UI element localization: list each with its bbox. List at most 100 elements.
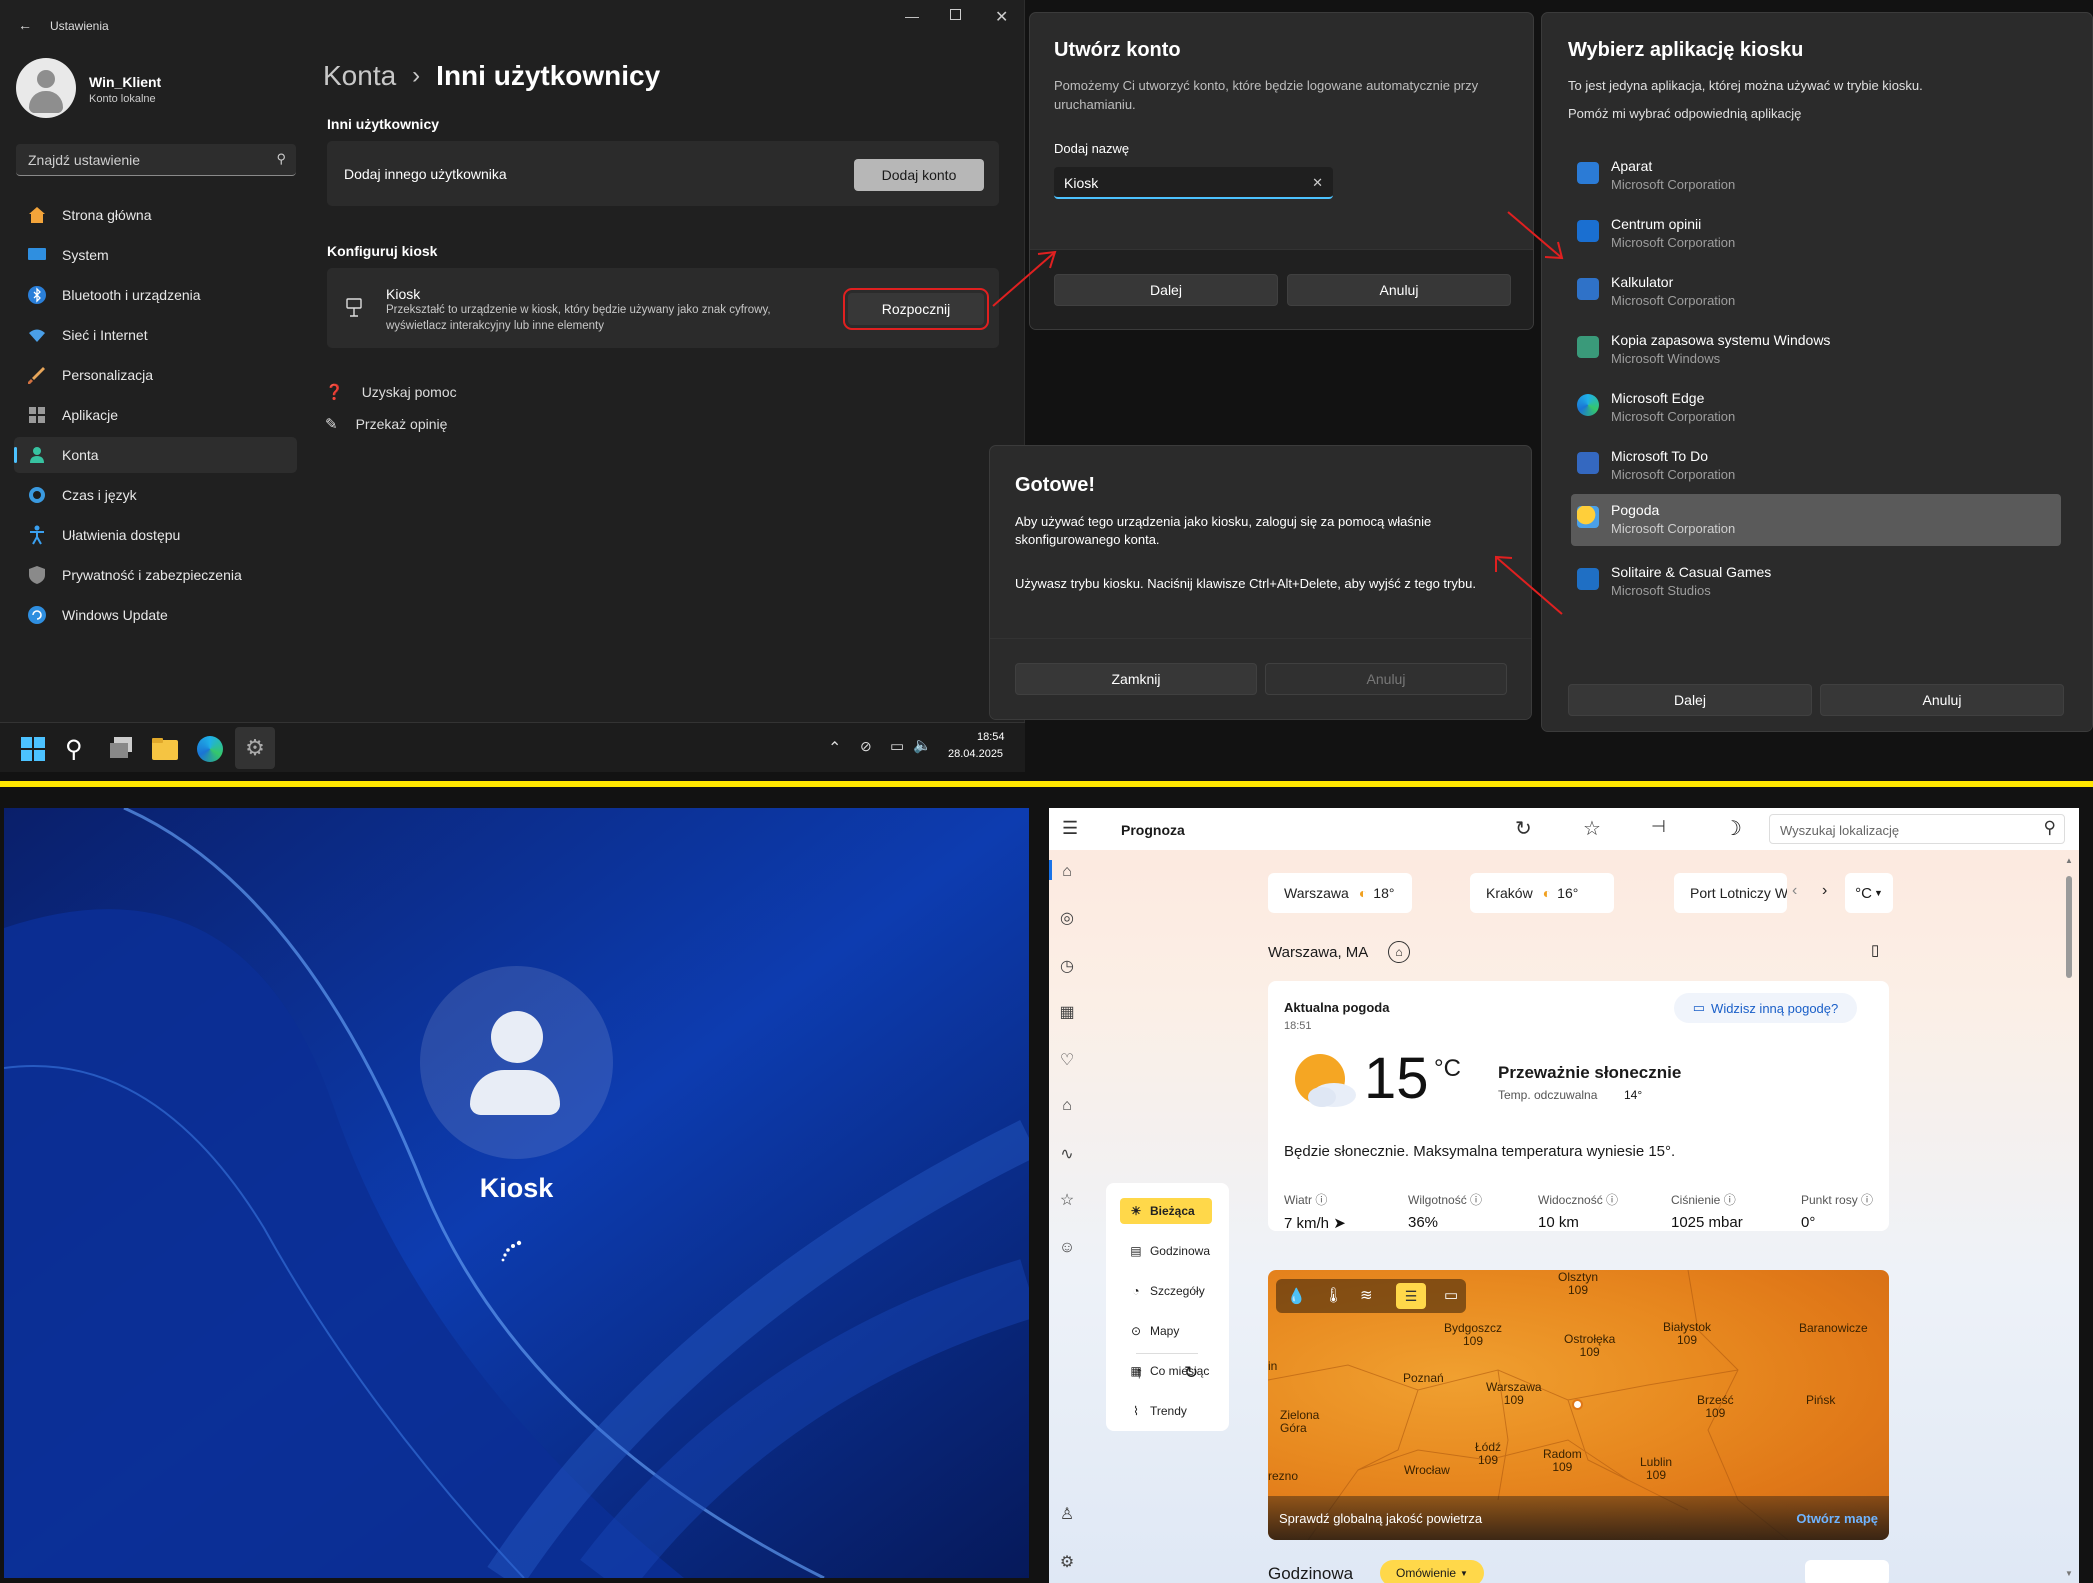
smiley-icon[interactable]: ☺ bbox=[1053, 1236, 1081, 1260]
partly-sunny-icon: ◐ bbox=[1542, 885, 1552, 901]
chat-icon: ▭ bbox=[1692, 1000, 1706, 1015]
map-city: in bbox=[1268, 1359, 1278, 1373]
summary: Będzie słonecznie. Maksymalna temperatur… bbox=[1284, 1143, 1676, 1160]
chevron-right-icon[interactable]: › bbox=[1822, 882, 1827, 900]
scroll-down-arrow-icon[interactable]: ▼ bbox=[2065, 1569, 2073, 1578]
current-temperature: 15 bbox=[1364, 1046, 1429, 1111]
map-city: Pińsk bbox=[1806, 1393, 1836, 1407]
loading-spinner-icon bbox=[501, 1240, 522, 1262]
lock-user-name: Kiosk bbox=[479, 1173, 554, 1203]
heart-icon[interactable]: ♡ bbox=[1053, 1048, 1081, 1072]
map-city: Lublin 109 bbox=[1640, 1455, 1673, 1482]
star-list-icon[interactable]: ☆ bbox=[1053, 1188, 1081, 1212]
nav-item-current[interactable]: ☀ Bieżąca bbox=[1120, 1197, 1210, 1225]
info-icon[interactable]: ⓘ bbox=[1606, 1193, 1618, 1207]
open-map-link[interactable]: Otwórz mapę bbox=[1796, 1511, 1878, 1526]
map-city: Łódź 109 bbox=[1475, 1440, 1502, 1467]
current-location-marker bbox=[1572, 1399, 1583, 1410]
chevron-down-icon: ▼ bbox=[1873, 888, 1883, 898]
map-footer: Sprawdź globalną jakość powietrza Otwórz… bbox=[1268, 1496, 1889, 1540]
nav-item-details[interactable]: ◔ Szczegóły bbox=[1120, 1277, 1210, 1305]
nav-item-monthly[interactable]: ▦ Co miesiąc bbox=[1120, 1357, 1210, 1385]
city-chip-port-lotniczy[interactable]: Port Lotniczy W bbox=[1674, 873, 1787, 913]
info-icon[interactable]: ⓘ bbox=[1724, 1193, 1736, 1207]
annotation-arrows bbox=[992, 211, 1564, 615]
map-city: Poznań bbox=[1403, 1371, 1444, 1385]
map-city: Brześć 109 bbox=[1697, 1393, 1734, 1420]
air-quality-layer-icon[interactable]: ☰ bbox=[1396, 1283, 1426, 1309]
city-chip-warszawa[interactable]: Warszawa ◐ 18° bbox=[1268, 873, 1412, 913]
hourly-icon: ▤ bbox=[1130, 1244, 1142, 1258]
app-title: Prognoza bbox=[1121, 822, 1185, 838]
map-city: Warszawa 109 bbox=[1486, 1380, 1542, 1407]
calendar-icon[interactable]: ▦ bbox=[1053, 1000, 1081, 1024]
nav-item-maps[interactable]: ⊙ Mapy bbox=[1120, 1317, 1210, 1345]
map-city: Baranowicze bbox=[1799, 1321, 1868, 1335]
weather-map[interactable]: 💧 🌡 ≋ ☰ ▭ Olsztyn 109 Białystok 109 Bydgos… bbox=[1268, 1270, 1889, 1540]
clock-icon[interactable]: ◷ bbox=[1053, 954, 1081, 978]
wind-icon[interactable]: ≋ bbox=[1360, 1286, 1373, 1304]
favorite-star-icon[interactable]: ☆ bbox=[1583, 816, 1601, 841]
metric-visibility: Widoczność ⓘ 10 km bbox=[1538, 1193, 1619, 1231]
home-location-icon[interactable]: ⌂ bbox=[1388, 941, 1410, 963]
building-icon[interactable]: ⌂ bbox=[1053, 1094, 1081, 1118]
scroll-up-arrow-icon[interactable]: ▲ bbox=[2065, 856, 2073, 865]
pin-icon[interactable]: ⊣ bbox=[1651, 817, 1666, 837]
unit-toggle[interactable]: °C ▼ bbox=[1845, 873, 1893, 913]
scrollbar-thumb[interactable] bbox=[2066, 876, 2072, 978]
trend-icon: ⌇ bbox=[1133, 1404, 1139, 1418]
account-icon[interactable]: ♙ bbox=[1053, 1502, 1081, 1526]
dark-mode-icon[interactable]: ☽ bbox=[1724, 816, 1742, 841]
nav-item-trends[interactable]: ⌇ Trendy bbox=[1120, 1397, 1210, 1425]
temperature-unit: °C bbox=[1434, 1055, 1461, 1082]
air-quality-link[interactable]: Sprawdź globalną jakość powietrza bbox=[1279, 1511, 1482, 1526]
chat-icon[interactable]: ▭ bbox=[1444, 1286, 1458, 1304]
partly-sunny-icon: ◐ bbox=[1358, 885, 1368, 901]
partly-sunny-icon bbox=[1290, 1051, 1358, 1111]
metric-dew-point: Punkt rosy ⓘ 0° bbox=[1801, 1193, 1874, 1231]
left-rail: ⌂ ◎ ◷ ▦ ♡ ⌂ ∿ ☆ ☺ ♙ ⚙ bbox=[1049, 850, 1085, 1583]
feedback-button[interactable]: ▭ Widzisz inną pogodę? bbox=[1674, 993, 1857, 1023]
location-search-input[interactable]: Wyszukaj lokalizację ⚲ bbox=[1769, 814, 2065, 844]
metric-wind: Wiatr ⓘ 7 km/h ➤ bbox=[1284, 1193, 1346, 1232]
map-city: Olsztyn 109 bbox=[1558, 1270, 1599, 1297]
details-icon: ◔ bbox=[1132, 1284, 1140, 1298]
hamburger-icon[interactable]: ☰ bbox=[1062, 818, 1078, 839]
wind-direction-icon: ➤ bbox=[1333, 1215, 1346, 1232]
lock-screen: Kiosk bbox=[4, 808, 1029, 1578]
location-name: Warszawa, MA bbox=[1268, 944, 1369, 961]
thermometer-icon[interactable]: 🌡 bbox=[1324, 1286, 1343, 1304]
map-city: rezno bbox=[1268, 1469, 1299, 1483]
nav-item-hourly[interactable]: ▤ Godzinowa bbox=[1120, 1237, 1210, 1265]
info-icon[interactable]: ⓘ bbox=[1861, 1193, 1873, 1207]
map-city: Zielona Góra bbox=[1280, 1408, 1320, 1435]
map-city: Ostrołęka 109 bbox=[1564, 1332, 1616, 1359]
sun-icon: ☀ bbox=[1130, 1204, 1142, 1218]
chart-icon[interactable]: ∿ bbox=[1053, 1142, 1081, 1166]
chevron-down-icon: ▼ bbox=[1460, 1568, 1468, 1578]
view-toggle[interactable] bbox=[1805, 1560, 1889, 1583]
metric-humidity: Wilgotność ⓘ 36% bbox=[1408, 1193, 1483, 1231]
weather-app: ☰ Prognoza ↻ ☆ ⊣ ☽ Wyszukaj lokalizację … bbox=[1049, 808, 2079, 1583]
info-icon[interactable]: ⓘ bbox=[1470, 1193, 1482, 1207]
city-chip-krakow[interactable]: Kraków ◐ 16° bbox=[1470, 873, 1614, 913]
precipitation-icon[interactable]: 💧 bbox=[1287, 1287, 1306, 1305]
map-city: Białystok 109 bbox=[1663, 1320, 1712, 1347]
map-city: Wrocław bbox=[1404, 1463, 1450, 1477]
calendar-icon: ▦ bbox=[1130, 1364, 1142, 1378]
refresh-icon[interactable]: ↻ bbox=[1515, 816, 1532, 841]
home-icon[interactable]: ⌂ bbox=[1053, 860, 1081, 884]
info-icon[interactable]: ⓘ bbox=[1315, 1193, 1327, 1207]
hourly-section-title: Godzinowa bbox=[1268, 1564, 1354, 1583]
section-divider bbox=[0, 781, 2093, 787]
chevron-left-icon[interactable]: ‹ bbox=[1792, 882, 1797, 900]
discuss-button[interactable]: Omówienie ▼ bbox=[1380, 1560, 1484, 1583]
condition: Przeważnie słonecznie bbox=[1498, 1063, 1682, 1082]
metric-pressure: Ciśnienie ⓘ 1025 mbar bbox=[1671, 1193, 1743, 1231]
settings-icon[interactable]: ⚙ bbox=[1053, 1550, 1081, 1574]
map-city: Radom 109 bbox=[1543, 1447, 1582, 1474]
radar-icon[interactable]: ◎ bbox=[1053, 906, 1081, 930]
search-icon[interactable]: ⚲ bbox=[2044, 818, 2056, 838]
scrollbar[interactable]: ▲ ▼ bbox=[2065, 856, 2073, 1578]
device-icon[interactable]: ▯ bbox=[1871, 941, 1879, 959]
